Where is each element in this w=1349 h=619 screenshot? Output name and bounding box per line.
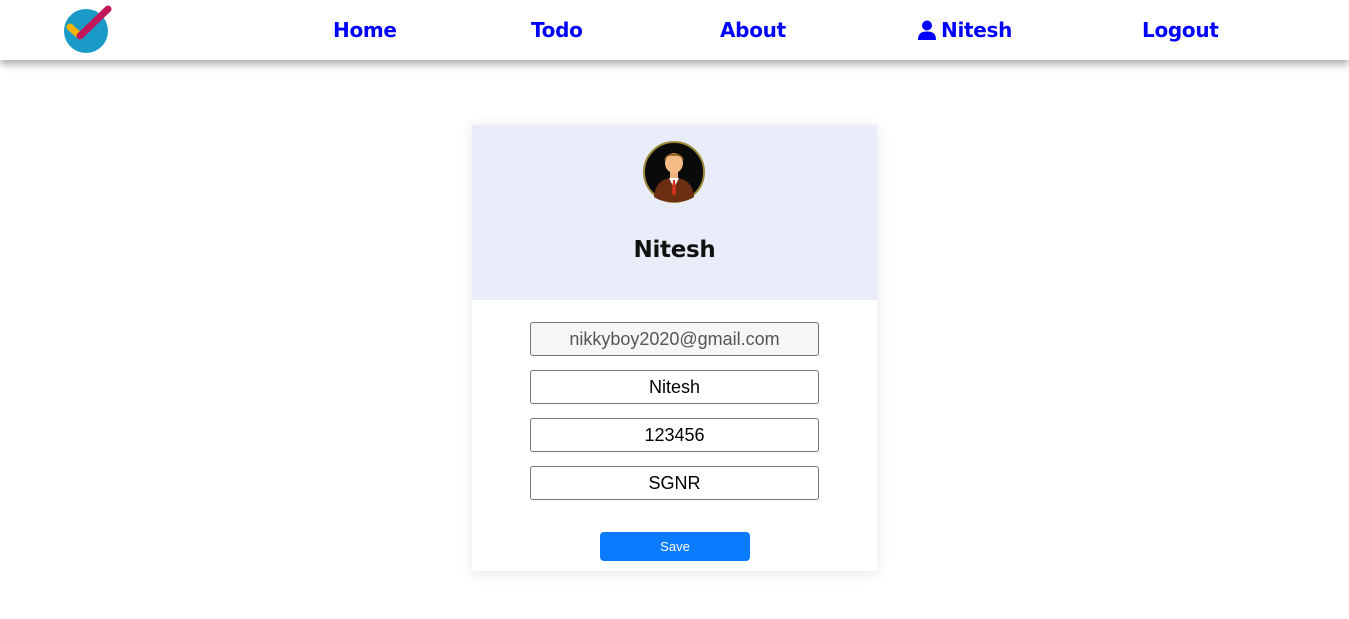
nav-user-label: Nitesh <box>941 18 1013 42</box>
nav-user-link[interactable]: Nitesh <box>918 17 1012 43</box>
nav-about-link[interactable]: About <box>720 17 786 43</box>
profile-card: Nitesh Save <box>472 125 877 571</box>
profile-name: Nitesh <box>633 237 716 263</box>
email-field[interactable] <box>530 322 819 356</box>
avatar-icon <box>643 141 705 203</box>
checkmark-logo-icon[interactable] <box>62 5 112 53</box>
profile-header: Nitesh <box>472 125 877 300</box>
name-field[interactable] <box>530 370 819 404</box>
save-button[interactable]: Save <box>600 532 750 561</box>
city-field[interactable] <box>530 466 819 500</box>
user-icon <box>918 20 936 40</box>
phone-field[interactable] <box>530 418 819 452</box>
nav-todo-link[interactable]: Todo <box>531 17 583 43</box>
nav-home-link[interactable]: Home <box>333 17 397 43</box>
navbar: Home Todo About Nitesh Logout <box>0 0 1349 60</box>
nav-logout-link[interactable]: Logout <box>1142 17 1219 43</box>
